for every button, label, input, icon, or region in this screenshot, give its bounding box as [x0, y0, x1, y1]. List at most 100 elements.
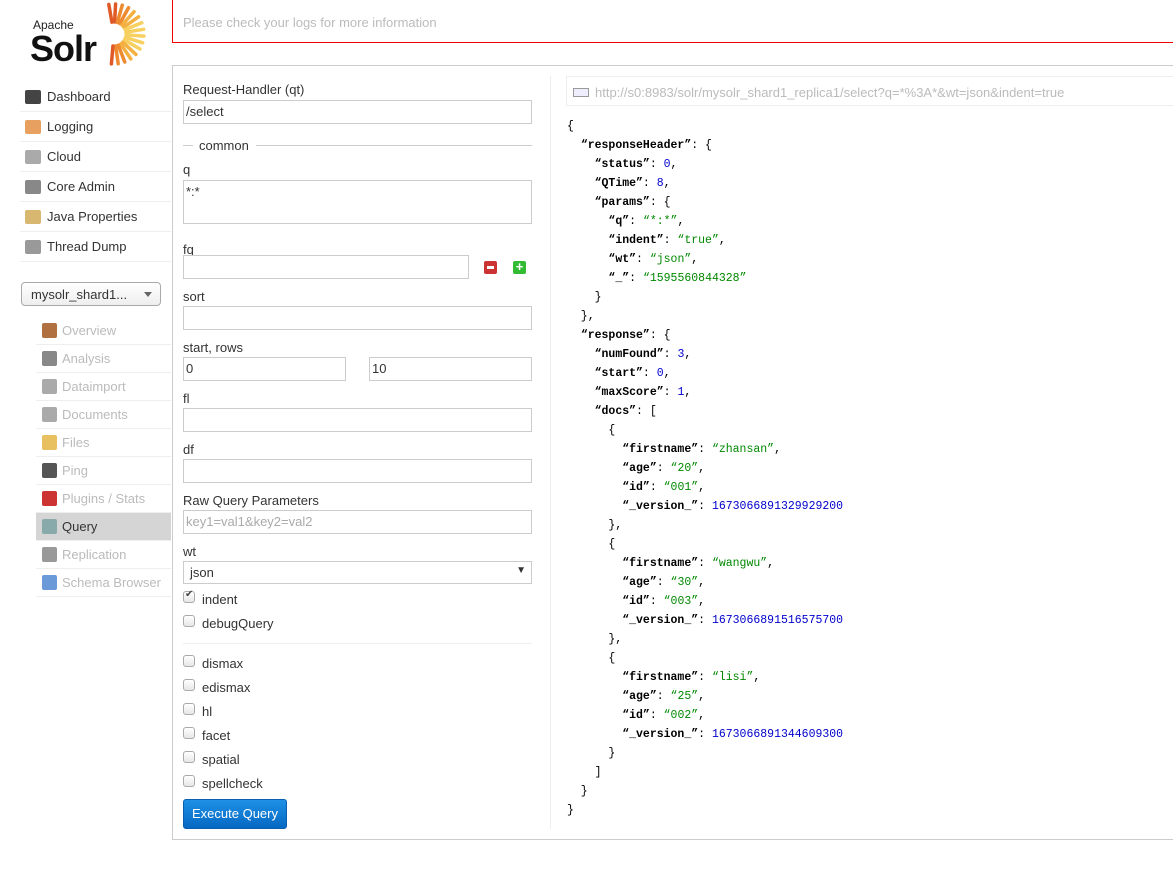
- sun-ray: [107, 2, 114, 24]
- core-admin-icon: [25, 179, 41, 194]
- core-nav-item-dataimport[interactable]: Dataimport: [36, 373, 171, 401]
- checkbox-box[interactable]: [183, 589, 195, 603]
- error-banner: Please check your logs for more informat…: [172, 0, 1173, 43]
- checkbox-box[interactable]: [183, 702, 195, 715]
- wt-value: json: [190, 565, 214, 580]
- raw-params-input[interactable]: key1=val1&key2=val2: [183, 510, 532, 534]
- checkbox-label: indent: [202, 592, 238, 607]
- core-nav-item-files[interactable]: Files: [36, 429, 171, 457]
- core-nav-item-label: Query: [62, 519, 98, 534]
- checkbox-debugquery[interactable]: debugQuery: [183, 614, 274, 631]
- dataimport-icon: [42, 379, 57, 394]
- sort-input[interactable]: [183, 306, 532, 330]
- checkbox-label: dismax: [202, 656, 244, 671]
- funnel-icon: [42, 351, 57, 366]
- wt-label: wt: [183, 544, 196, 559]
- nav-item-dashboard[interactable]: Dashboard: [20, 82, 171, 112]
- df-input[interactable]: [183, 459, 532, 483]
- q-textarea[interactable]: *:*: [183, 180, 532, 224]
- sun-ray: [113, 44, 120, 66]
- nav-item-cloud[interactable]: Cloud: [20, 142, 171, 172]
- core-nav-item-label: Replication: [62, 547, 127, 562]
- fq-input[interactable]: [183, 255, 469, 279]
- checkbox-label: edismax: [202, 680, 251, 695]
- add-fq-button[interactable]: +: [513, 260, 526, 274]
- checkbox-label: hl: [202, 704, 213, 719]
- q-label: q: [183, 162, 191, 177]
- core-nav-item-query[interactable]: Query: [36, 513, 171, 541]
- start-input[interactable]: 0: [183, 357, 346, 381]
- divider: [183, 643, 532, 644]
- common-fieldset-legend: common: [183, 138, 532, 153]
- error-message: Please check your logs for more informat…: [183, 15, 437, 30]
- cloud-icon: [25, 149, 41, 164]
- core-nav-item-label: Documents: [62, 407, 128, 422]
- schema-browser-icon: [42, 575, 57, 590]
- nav-item-logging[interactable]: Logging: [20, 112, 171, 142]
- checkbox-spellcheck[interactable]: spellcheck: [183, 774, 263, 791]
- java-properties-icon: [25, 209, 41, 224]
- checkbox-spatial[interactable]: spatial: [183, 750, 240, 767]
- checkbox-box[interactable]: [183, 654, 195, 667]
- nav-item-core-admin[interactable]: Core Admin: [20, 172, 171, 202]
- dashboard-icon: [25, 89, 41, 104]
- rows-input[interactable]: 10: [369, 357, 532, 381]
- wt-select[interactable]: json ▼: [183, 561, 532, 584]
- checkbox-label: spellcheck: [202, 776, 263, 791]
- checkbox-facet[interactable]: facet: [183, 726, 230, 743]
- query-panel: Request-Handler (qt) /select common q *:…: [172, 65, 1173, 840]
- sun-ray: [124, 33, 146, 38]
- thread-dump-icon: [25, 239, 41, 254]
- column-divider: [550, 76, 551, 829]
- ping-icon: [42, 463, 57, 478]
- replication-icon: [42, 547, 57, 562]
- checkbox-hl[interactable]: hl: [183, 702, 213, 719]
- sun-ray: [109, 44, 115, 66]
- nav-item-thread-dump[interactable]: Thread Dump: [20, 232, 171, 262]
- raw-params-label: Raw Query Parameters: [183, 493, 319, 508]
- checkbox-box[interactable]: [183, 774, 195, 787]
- checkbox-box[interactable]: [183, 614, 195, 627]
- qt-input[interactable]: /select: [183, 100, 532, 124]
- core-nav-item-label: Files: [62, 435, 90, 450]
- checkbox-edismax[interactable]: edismax: [183, 678, 251, 695]
- core-nav-item-schema-browser[interactable]: Schema Browser: [36, 569, 171, 597]
- url-icon: [573, 88, 589, 97]
- common-legend: common: [199, 138, 249, 153]
- core-nav-item-analysis[interactable]: Analysis: [36, 345, 171, 373]
- core-nav-item-label: Dataimport: [62, 379, 126, 394]
- core-nav-item-ping[interactable]: Ping: [36, 457, 171, 485]
- search-icon: [42, 519, 57, 534]
- sun-ray: [112, 2, 118, 24]
- remove-fq-button[interactable]: [484, 261, 497, 274]
- solr-sun-icon: [107, 2, 146, 66]
- checkbox-indent[interactable]: indent: [183, 589, 238, 607]
- execute-query-button[interactable]: Execute Query: [183, 799, 287, 829]
- core-nav-item-label: Analysis: [62, 351, 111, 366]
- checkbox-box[interactable]: [183, 750, 195, 763]
- nav-item-label: Java Properties: [47, 209, 138, 224]
- core-selector[interactable]: mysolr_shard1...: [21, 282, 161, 306]
- checkbox-box[interactable]: [183, 678, 195, 691]
- core-nav-item-label: Overview: [62, 323, 117, 338]
- core-nav-item-overview[interactable]: Overview: [36, 317, 171, 345]
- core-nav-item-replication[interactable]: Replication: [36, 541, 171, 569]
- fl-input[interactable]: [183, 408, 532, 432]
- nav-item-java-properties[interactable]: Java Properties: [20, 202, 171, 232]
- core-nav-item-plugins-stats[interactable]: Plugins / Stats: [36, 485, 171, 513]
- core-nav-item-documents[interactable]: Documents: [36, 401, 171, 429]
- response-json: { “responseHeader”: { “status”: 0, “QTim…: [567, 120, 844, 817]
- solr-logo[interactable]: Apache Solr: [30, 2, 155, 69]
- checkbox-box[interactable]: [183, 726, 195, 739]
- request-url-link[interactable]: http://s0:8983/solr/mysolr_shard1_replic…: [566, 76, 1173, 106]
- nav-item-label: Cloud: [47, 149, 81, 164]
- main-nav: Dashboard Logging Cloud Core Admin Java Prop…: [20, 82, 171, 262]
- nav-item-label: Logging: [47, 119, 94, 134]
- logo-solr-text: Solr: [30, 28, 97, 69]
- checkbox-dismax[interactable]: dismax: [183, 654, 244, 671]
- files-icon: [42, 435, 57, 450]
- plugins-icon: [42, 491, 57, 506]
- sort-label: sort: [183, 289, 205, 304]
- start-rows-label: start, rows: [183, 340, 243, 355]
- nav-item-label: Core Admin: [47, 179, 115, 194]
